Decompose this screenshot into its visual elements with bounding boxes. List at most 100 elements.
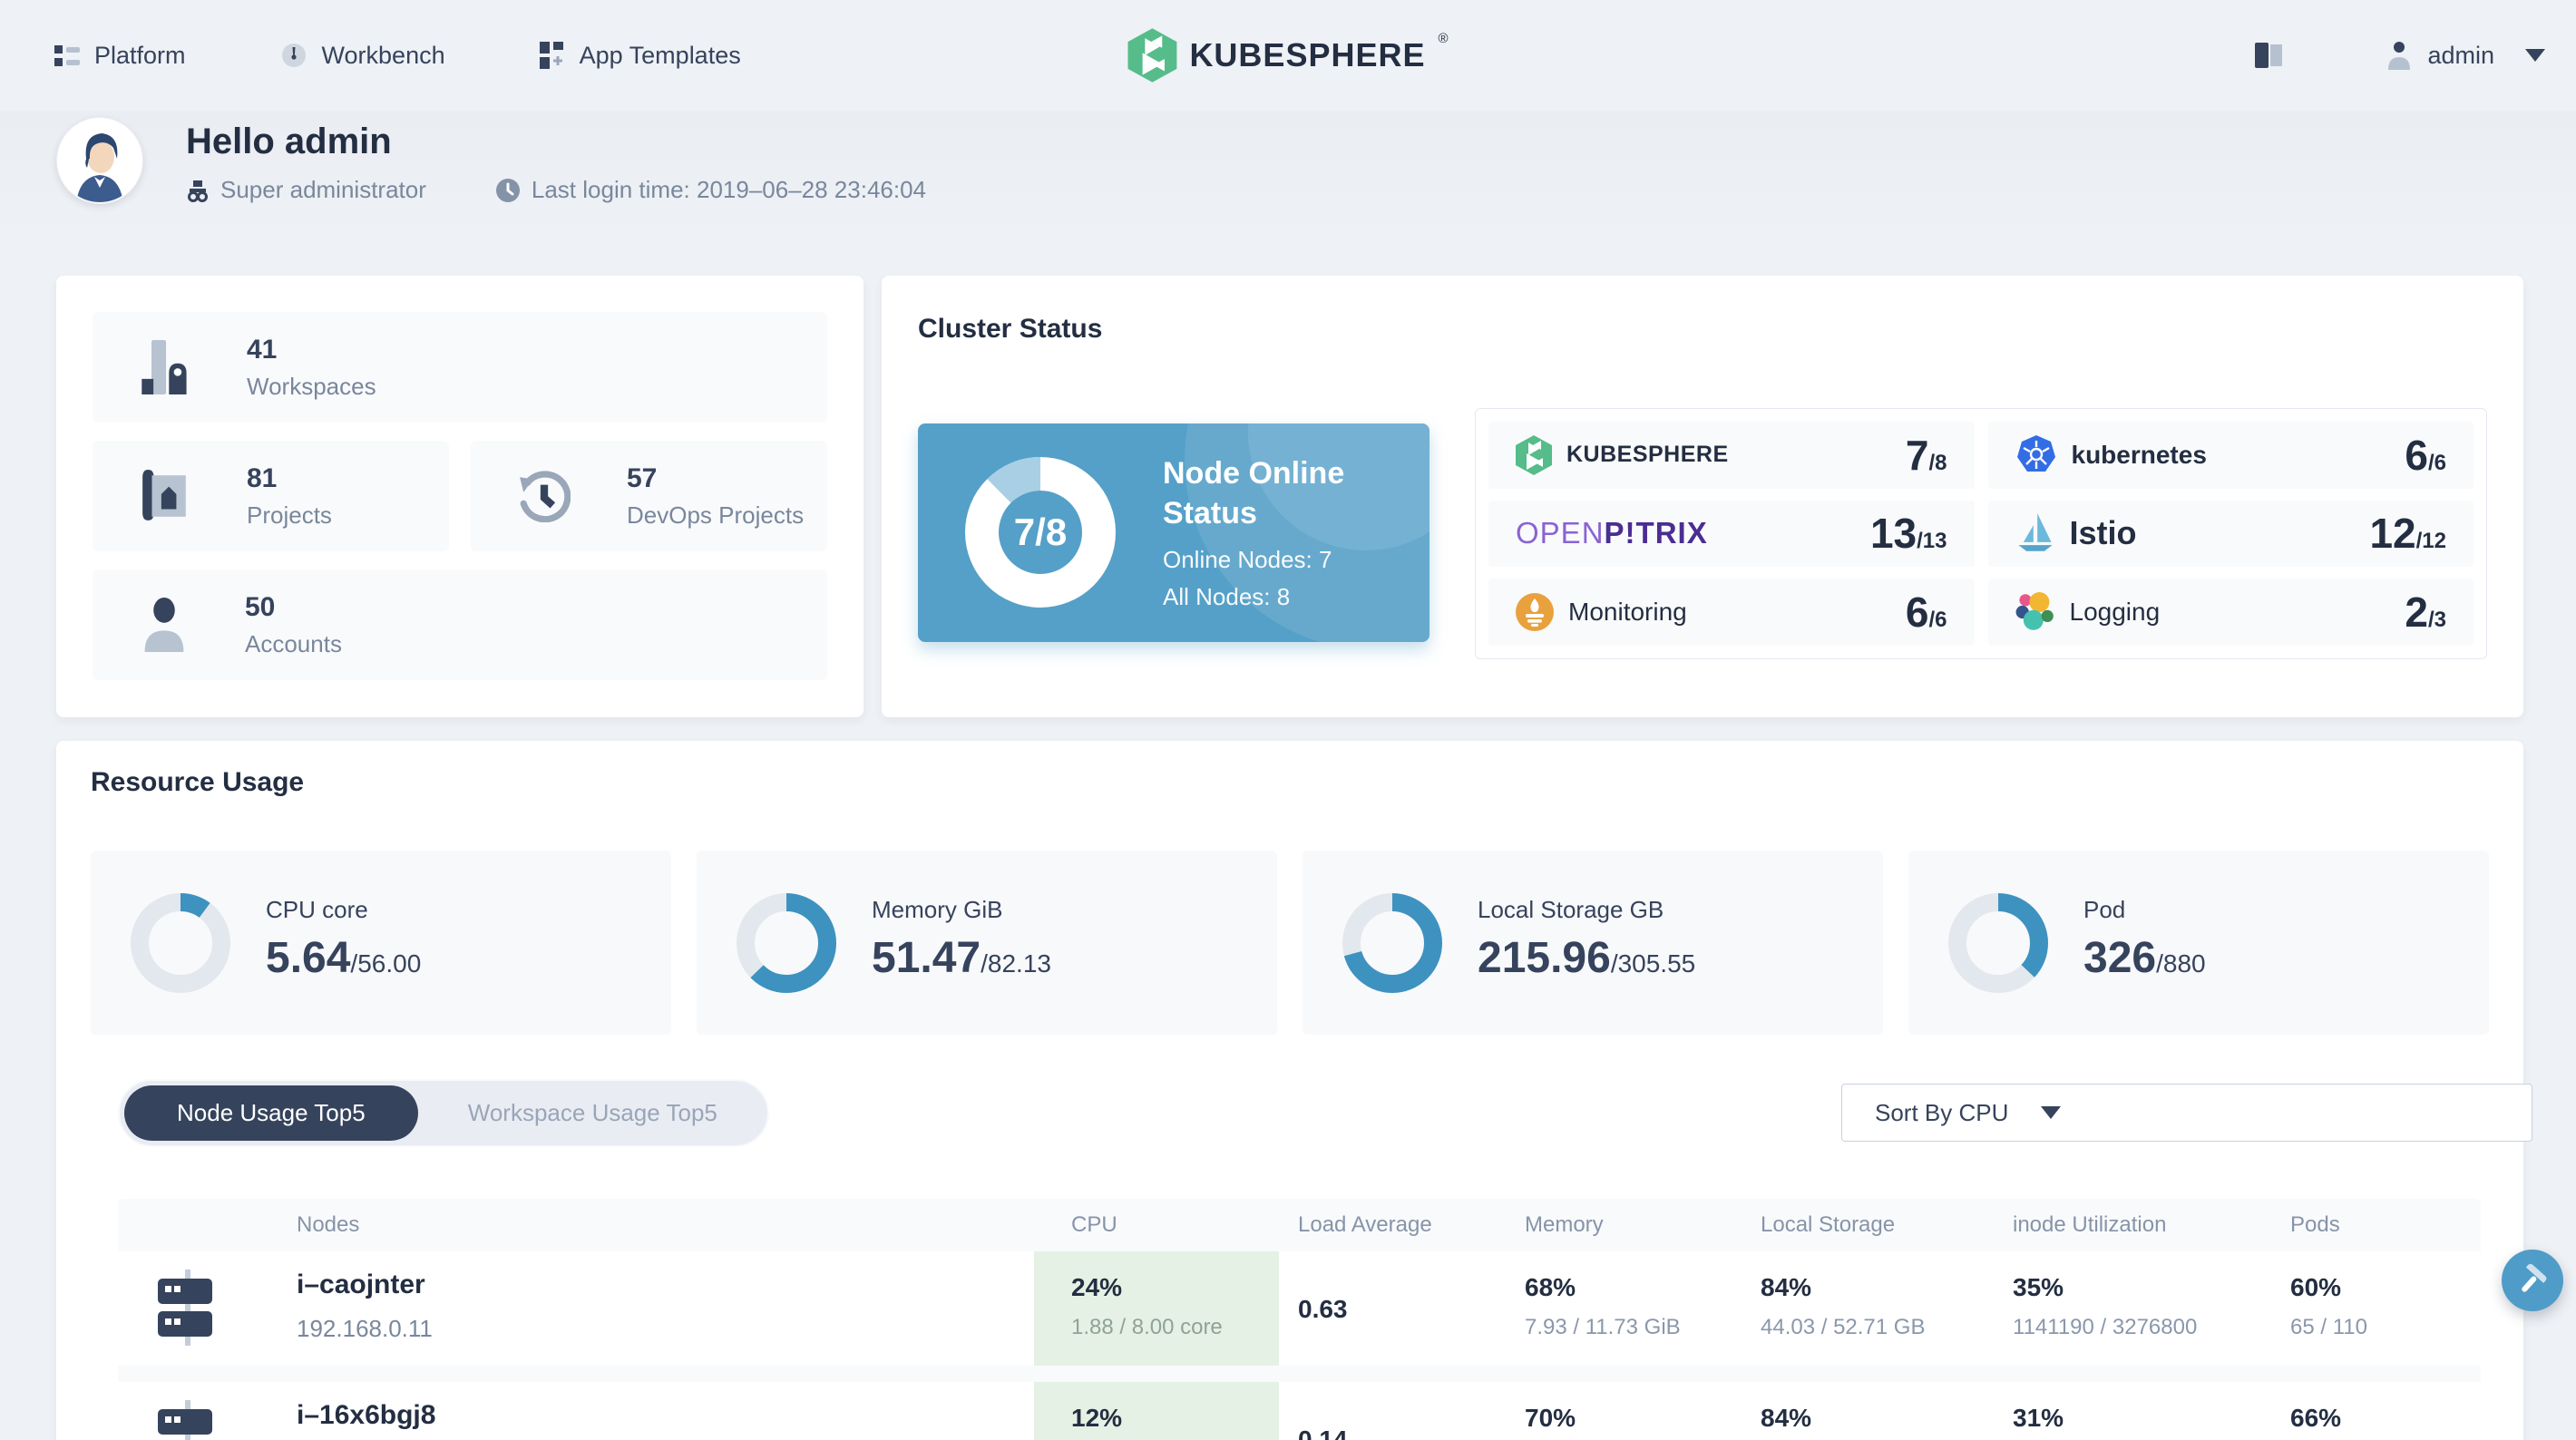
cell-pods: 60% 65 / 110 <box>2290 1273 2367 1339</box>
cell-cpu: 12% 0.93 / 8.00 core <box>1034 1382 1279 1440</box>
pod-donut <box>1948 893 2048 993</box>
gauge-local-storage: Local Storage GB 215.96/305.55 <box>1303 851 1883 1035</box>
stat-value: 81 <box>247 462 278 493</box>
resource-gauges: CPU core 5.64/56.00 Memory GiB 51.47/82.… <box>91 851 2489 1035</box>
nav-left: Platform Workbench App Templates <box>54 0 741 111</box>
stat-label: Projects <box>247 501 332 529</box>
nav-workbench-label: Workbench <box>321 41 445 69</box>
avatar[interactable] <box>56 117 143 204</box>
table-row[interactable]: i–16x6bgj8 192.168.0.14 12% 0.93 / 8.00 … <box>118 1382 2481 1440</box>
platform-icon <box>54 45 80 66</box>
cluster-status-card: Cluster Status 7/8 Node Online Status On… <box>882 276 2523 717</box>
prometheus-icon <box>1516 593 1554 632</box>
stat-workspaces[interactable]: 41 Workspaces <box>93 312 827 423</box>
cluster-components-grid: KUBESPHERE 7/8 kubernetes 6/6 OPENP!TRIX… <box>1475 408 2487 659</box>
clock-icon <box>495 178 520 202</box>
stat-value: 50 <box>245 591 276 622</box>
registered-mark: ® <box>1438 31 1449 46</box>
stat-projects[interactable]: 81 Projects <box>93 441 449 551</box>
nav-app-templates[interactable]: App Templates <box>539 41 741 70</box>
header-memory: Memory <box>1525 1212 1604 1237</box>
component-count: 2 <box>2405 589 2428 637</box>
top-nav: Platform Workbench App Templates KUBESPH… <box>0 0 2576 111</box>
role-label: Super administrator <box>220 176 426 203</box>
node-icon <box>158 1400 218 1440</box>
user-role: Super administrator <box>186 176 426 204</box>
docs-icon[interactable] <box>2255 42 2286 69</box>
toolbox-button[interactable] <box>2502 1250 2563 1311</box>
component-kubernetes: kubernetes 6/6 <box>1987 422 2474 489</box>
component-monitoring: Monitoring 6/6 <box>1488 579 1975 646</box>
user-name: admin <box>2427 41 2494 69</box>
node-ip: 192.168.0.11 <box>297 1315 433 1342</box>
gauge-total: /82.13 <box>981 949 1051 978</box>
nav-platform[interactable]: Platform <box>54 42 186 70</box>
header-cpu: CPU <box>1071 1212 1117 1237</box>
component-openpitrix: OPENP!TRIX 13/13 <box>1488 500 1975 568</box>
gauge-total: /305.55 <box>1610 949 1696 978</box>
dropdown-caret-icon <box>2041 1106 2062 1119</box>
sort-by-dropdown[interactable]: Sort By CPU <box>1841 1084 2532 1142</box>
component-logging: Logging 2/3 <box>1987 579 2474 646</box>
usage-tabs: Node Usage Top5 Workspace Usage Top5 <box>118 1079 769 1147</box>
gauge-pod: Pod 326/880 <box>1908 851 2489 1035</box>
nav-workbench[interactable]: Workbench <box>280 42 445 70</box>
header-nodes: Nodes <box>297 1212 360 1237</box>
component-name: KUBESPHERE <box>1566 442 1729 468</box>
stat-label: Accounts <box>245 629 342 657</box>
nav-app-templates-label: App Templates <box>579 41 741 69</box>
memory-donut <box>737 893 836 993</box>
app-templates-icon <box>539 42 563 69</box>
istio-icon <box>2017 513 2053 552</box>
component-name: Istio <box>2069 514 2137 552</box>
gauge-total: /56.00 <box>350 949 422 978</box>
node-name: i–caojnter <box>297 1270 425 1299</box>
stat-devops-projects[interactable]: 57 DevOps Projects <box>471 441 827 551</box>
gauge-total: /880 <box>2156 949 2206 978</box>
node-status-text: Node Online Status Online Nodes: 7 All N… <box>1163 454 1390 611</box>
component-name: Logging <box>2069 598 2161 627</box>
cluster-status-title: Cluster Status <box>918 314 1103 344</box>
node-online-status-card: 7/8 Node Online Status Online Nodes: 7 A… <box>918 423 1429 642</box>
gauge-memory: Memory GiB 51.47/82.13 <box>697 851 1277 1035</box>
cell-node: i–16x6bgj8 192.168.0.14 <box>118 1382 1034 1440</box>
component-name: Monitoring <box>1568 598 1687 627</box>
stat-value: 41 <box>247 334 278 365</box>
kubesphere-icon <box>1516 435 1552 475</box>
nav-right: admin <box>2255 0 2545 111</box>
table-row[interactable]: i–caojnter 192.168.0.11 24% 1.88 / 8.00 … <box>118 1251 2481 1366</box>
stats-grid: 41 Workspaces 81 Projects 57 DevOps Proj… <box>93 312 827 680</box>
welcome-banner: Hello admin Super administrator Last log… <box>0 111 2576 238</box>
cell-inode-utilization: 31% 1002451 / 3276800 <box>2013 1404 2064 1432</box>
table-header-row: Nodes CPU Load Average Memory Local Stor… <box>118 1199 2481 1251</box>
component-name: kubernetes <box>2071 440 2207 469</box>
kubesphere-dashboard: Platform Workbench App Templates KUBESPH… <box>0 0 2576 1440</box>
hammer-icon <box>2522 1263 2547 1292</box>
gauge-label: Pod <box>2083 896 2126 923</box>
component-istio: Istio 12/12 <box>1987 500 2474 568</box>
node-icon <box>158 1270 218 1346</box>
banner-meta: Super administrator Last login time: 201… <box>186 176 926 204</box>
gauge-label: Local Storage GB <box>1478 896 1664 923</box>
user-menu[interactable]: admin <box>2386 41 2545 70</box>
component-count: 12 <box>2369 510 2416 558</box>
component-count: 13 <box>1869 510 1917 558</box>
component-name: OPENP!TRIX <box>1516 516 1708 550</box>
cell-memory: 68% 7.93 / 11.73 GiB <box>1525 1273 1681 1339</box>
tab-node-usage-top5[interactable]: Node Usage Top5 <box>124 1085 418 1141</box>
cell-local-storage: 84% 44.03 / 52.71 GB <box>1761 1273 1926 1339</box>
workbench-icon <box>281 44 306 67</box>
tab-workspace-usage-top5[interactable]: Workspace Usage Top5 <box>418 1099 767 1127</box>
header-local-storage: Local Storage <box>1761 1212 1896 1237</box>
stat-accounts[interactable]: 50 Accounts <box>93 569 827 680</box>
brand-logo[interactable]: KUBESPHERE ® <box>1127 0 1449 111</box>
nav-platform-label: Platform <box>94 41 186 69</box>
cell-cpu: 24% 1.88 / 8.00 core <box>1034 1251 1279 1366</box>
cell-local-storage: 84% 43.89 / 52.71 GB <box>1761 1404 1812 1432</box>
node-fraction: 7/8 <box>1013 511 1068 553</box>
overview-stats-card: 41 Workspaces 81 Projects 57 DevOps Proj… <box>56 276 864 717</box>
header-pods: Pods <box>2290 1212 2340 1237</box>
projects-icon <box>142 470 186 521</box>
gauge-used: 215.96 <box>1478 934 1611 982</box>
header-load-average: Load Average <box>1298 1212 1432 1237</box>
